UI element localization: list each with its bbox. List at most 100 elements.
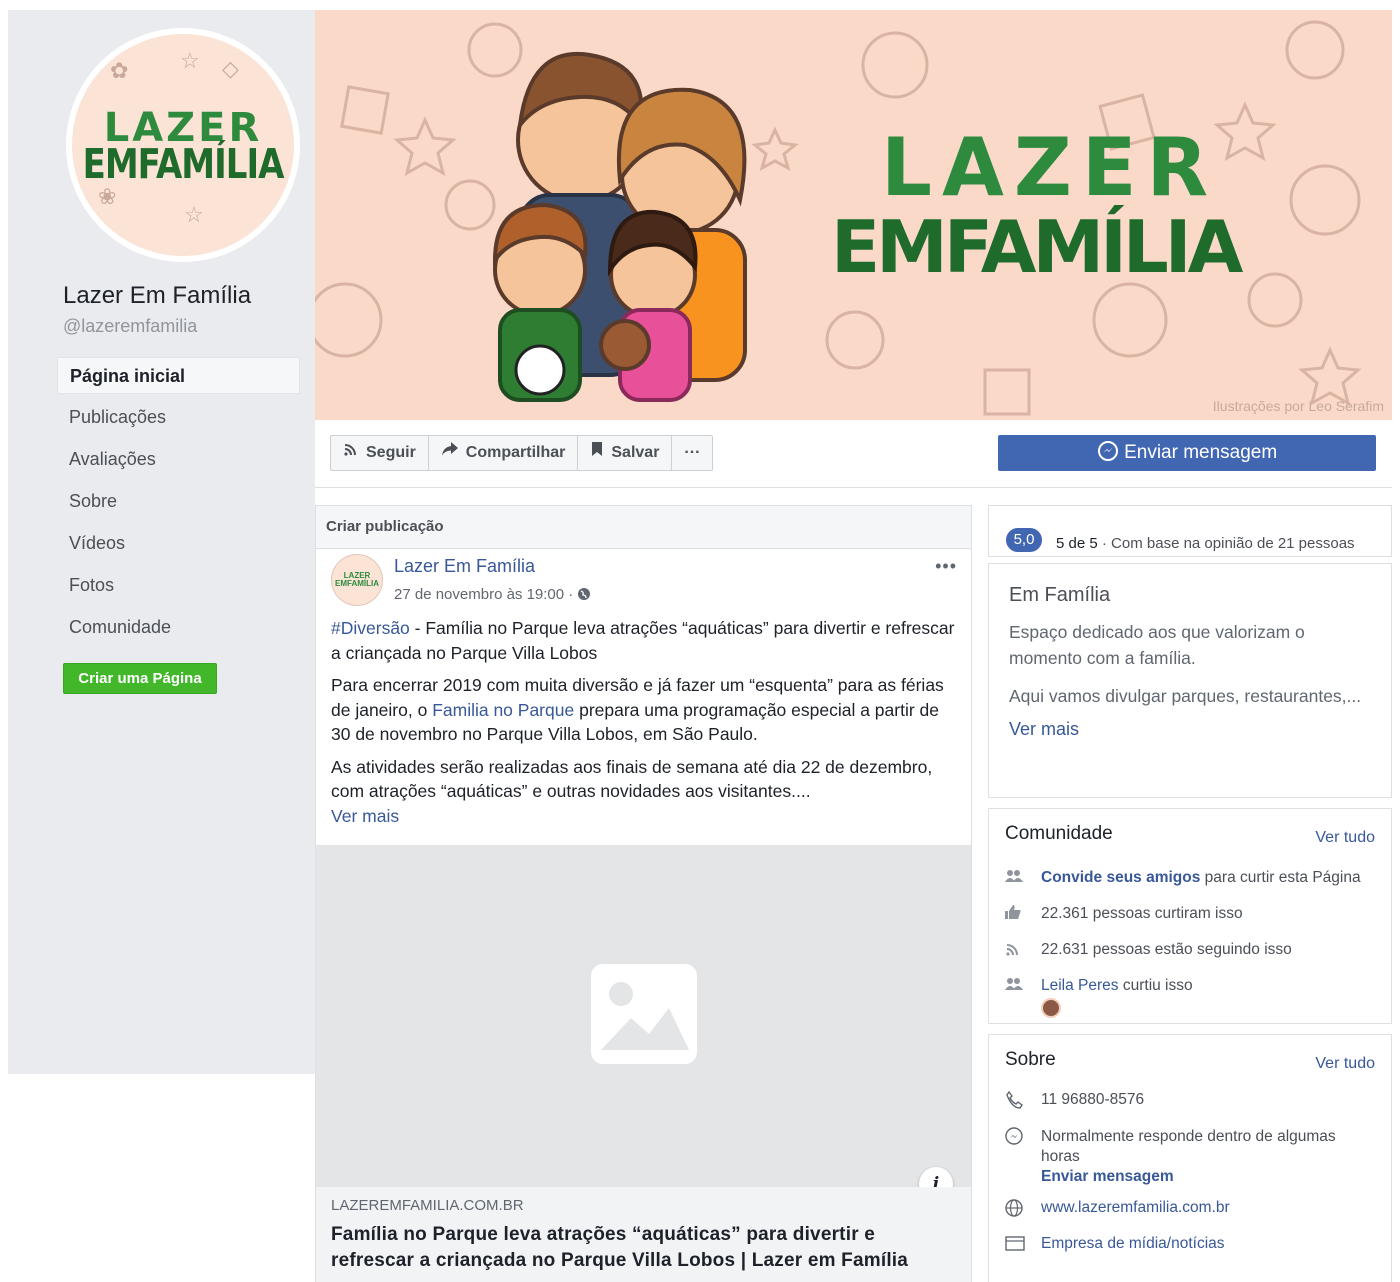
cover-illustration: LAZER EMFAMÍLIA — [315, 20, 1362, 416]
nav-item-photos[interactable]: Fotos — [57, 567, 300, 609]
mention-link[interactable]: Familia no Parque — [432, 700, 574, 720]
rss-icon — [343, 436, 359, 470]
phone-number[interactable]: 11 96880-8576 — [1041, 1091, 1144, 1109]
star-doodle-icon: ☆ — [184, 202, 204, 227]
profile-logo: ✿ ☆ ◇ ❀ ☆ LAZER EMFAMÍLIA — [72, 34, 294, 256]
about-description-2: Aqui vamos divulgar parques, restaurante… — [1009, 686, 1362, 706]
page-profile-picture[interactable]: ✿ ☆ ◇ ❀ ☆ LAZER EMFAMÍLIA — [66, 28, 300, 262]
avatar-logo-line2: EMFAMÍLIA — [335, 579, 379, 588]
post-text: #Diversão - Família no Parque leva atraç… — [331, 616, 956, 836]
website-link[interactable]: www.lazeremfamilia.com.br — [1041, 1199, 1230, 1217]
followers-count: 22.631 pessoas estão seguindo isso — [1041, 941, 1292, 958]
link-domain: LAZEREMFAMILIA.COM.BR — [331, 1197, 524, 1214]
post-timestamp[interactable]: 27 de novembro às 19:00 · — [394, 586, 591, 603]
page-username: @lazeremfamilia — [63, 316, 198, 336]
post-feed: Criar publicação LAZER EMFAMÍLIA Lazer E… — [315, 505, 972, 1282]
community-card: Comunidade Ver tudo Convide seus amigos … — [988, 808, 1392, 1024]
response-row: Normalmente responde dentro de algumas h… — [1005, 1127, 1365, 1187]
send-message-button[interactable]: Enviar mensagem — [998, 435, 1376, 471]
page-sidebar: ✿ ☆ ◇ ❀ ☆ LAZER EMFAMÍLIA Lazer Em Famíl… — [8, 10, 315, 1074]
share-arrow-icon — [441, 436, 459, 470]
save-label: Salvar — [611, 444, 660, 461]
save-button[interactable]: Salvar — [578, 436, 673, 470]
post-paragraph-2: Para encerrar 2019 com muita diversão e … — [331, 673, 956, 747]
cover-title-line1: LAZER — [881, 121, 1218, 214]
friends-icon — [1005, 977, 1041, 996]
post-author-avatar[interactable]: LAZER EMFAMÍLIA — [331, 554, 383, 606]
sobre-card: Sobre Ver tudo 11 96880-8576 Normalmente… — [988, 1034, 1392, 1282]
phone-icon — [1005, 1090, 1041, 1114]
nav-item-community[interactable]: Comunidade — [57, 609, 300, 651]
post-link-image[interactable]: i — [316, 845, 971, 1201]
link-preview[interactable]: LAZEREMFAMILIA.COM.BR Família no Parque … — [316, 1187, 971, 1282]
post-paragraph-3: As atividades serão realizadas aos finai… — [331, 755, 956, 829]
friend-rest: curtiu isso — [1118, 977, 1193, 994]
post-para3: As atividades serão realizadas aos finai… — [331, 756, 933, 802]
likes-row: 22.361 pessoas curtiram isso — [1005, 905, 1243, 924]
more-options-button[interactable]: ··· — [672, 436, 712, 470]
cover-photo[interactable]: LAZER EMFAMÍLIA Ilustrações por Leo Sera… — [315, 10, 1392, 420]
post-author-name[interactable]: Lazer Em Família — [394, 556, 535, 577]
follow-label: Seguir — [366, 444, 416, 461]
globe-icon — [1005, 1199, 1041, 1222]
nav-item-posts[interactable]: Publicações — [57, 399, 300, 441]
page-title[interactable]: Lazer Em Família — [63, 282, 251, 310]
post-see-more-link[interactable]: Ver mais — [331, 806, 399, 826]
post-paragraph-1: #Diversão - Família no Parque leva atraç… — [331, 616, 956, 665]
page-nav: Página inicial Publicações Avaliações So… — [57, 357, 300, 651]
create-post-header[interactable]: Criar publicação — [316, 506, 971, 549]
image-placeholder-icon — [589, 962, 699, 1071]
page-actions: Seguir Compartilhar Salvar ··· — [330, 435, 714, 471]
messenger-icon — [1005, 1127, 1041, 1150]
thumbs-up-icon — [1005, 905, 1041, 924]
category-tag-icon — [1005, 1235, 1041, 1256]
invite-friends-icon — [1005, 869, 1041, 888]
invite-friends-link[interactable]: Convide seus amigos — [1041, 869, 1200, 886]
cover-credit: Ilustrações por Leo Serafim — [1212, 398, 1384, 414]
followers-row: 22.631 pessoas estão seguindo isso — [1005, 941, 1292, 962]
phone-row: 11 96880-8576 — [1005, 1090, 1144, 1114]
globe-icon — [577, 586, 591, 603]
rss-icon — [1005, 941, 1041, 962]
invite-friends-row: Convide seus amigos para curtir esta Pág… — [1005, 869, 1361, 888]
rating-summary[interactable]: 5 de 5 · Com base na opinião de 21 pesso… — [1056, 535, 1355, 552]
share-label: Compartilhar — [465, 444, 566, 461]
follow-button[interactable]: Seguir — [331, 436, 429, 470]
post-options-icon[interactable]: ••• — [935, 556, 957, 577]
hashtag-link[interactable]: #Diversão — [331, 618, 410, 638]
link-title: Família no Parque leva atrações “aquátic… — [331, 1224, 909, 1271]
website-row: www.lazeremfamilia.com.br — [1005, 1199, 1230, 1222]
response-time: Normalmente responde dentro de algumas h… — [1041, 1128, 1336, 1165]
friend-avatar[interactable] — [1041, 998, 1061, 1018]
bookmark-icon — [590, 436, 604, 470]
send-message-link[interactable]: Enviar mensagem — [1041, 1168, 1174, 1185]
category-row: Empresa de mídia/notícias — [1005, 1235, 1225, 1256]
friend-name-link[interactable]: Leila Peres — [1041, 977, 1119, 994]
likes-count: 22.361 pessoas curtiram isso — [1041, 905, 1243, 922]
rating-basis: · Com base na opinião de 21 pessoas — [1097, 535, 1355, 552]
about-title: Em Família — [1009, 584, 1111, 606]
about-card: Em Família Espaço dedicado aos que valor… — [988, 563, 1392, 798]
share-button[interactable]: Compartilhar — [429, 436, 579, 470]
create-page-button[interactable]: Criar uma Página — [63, 663, 217, 694]
page-action-bar: Seguir Compartilhar Salvar ··· Enviar me… — [315, 420, 1392, 488]
logo-text-line2: EMFAMÍLIA — [82, 141, 285, 189]
about-see-more-link[interactable]: Ver mais — [1009, 719, 1371, 740]
nav-item-about[interactable]: Sobre — [57, 483, 300, 525]
rating-of: 5 de 5 — [1056, 535, 1098, 552]
messenger-icon — [1097, 441, 1124, 463]
nav-item-home[interactable]: Página inicial — [57, 357, 300, 394]
bunny-doodle-icon: ✿ — [110, 58, 129, 83]
nav-item-videos[interactable]: Vídeos — [57, 525, 300, 567]
send-message-label: Enviar mensagem — [1124, 442, 1278, 463]
friend-like-row: Leila Peres curtiu isso — [1005, 977, 1193, 1023]
invite-rest: para curtir esta Página — [1200, 869, 1361, 886]
community-see-all-link[interactable]: Ver tudo — [1315, 829, 1375, 847]
star-doodle-icon: ☆ — [180, 48, 200, 73]
sobre-see-all-link[interactable]: Ver tudo — [1315, 1055, 1375, 1073]
category-link[interactable]: Empresa de mídia/notícias — [1041, 1235, 1225, 1253]
post-headline: - Família no Parque leva atrações “aquát… — [331, 618, 955, 663]
rating-score-badge: 5,0 — [1006, 528, 1042, 552]
nav-item-reviews[interactable]: Avaliações — [57, 441, 300, 483]
post-time-text: 27 de novembro às 19:00 · — [394, 586, 574, 603]
